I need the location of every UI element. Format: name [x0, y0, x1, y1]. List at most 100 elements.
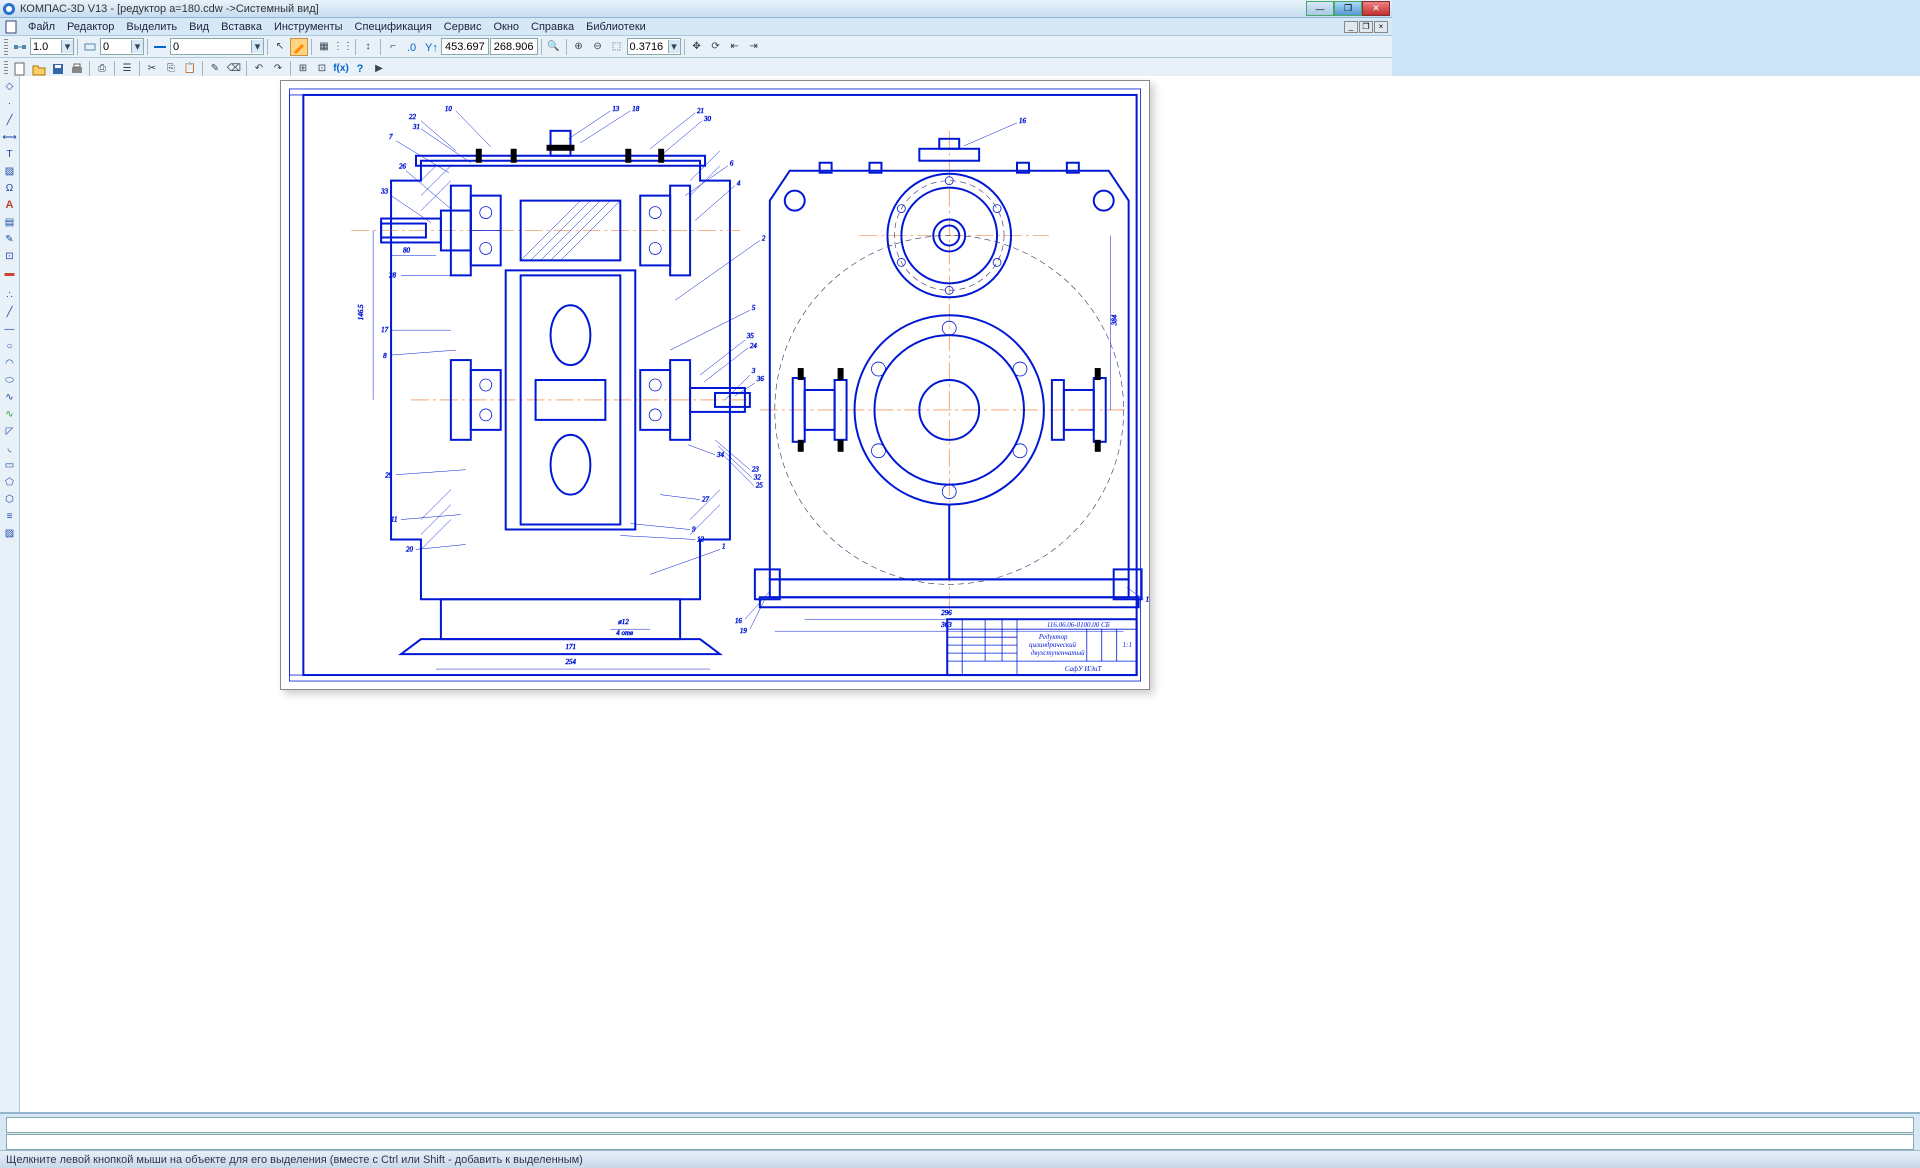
- next-view-button[interactable]: ⇥: [745, 38, 763, 56]
- cursor-button[interactable]: ↖: [271, 38, 289, 56]
- poly-button[interactable]: ⬠: [2, 474, 18, 490]
- edit-button[interactable]: ✎: [2, 231, 18, 247]
- segment-button[interactable]: —: [2, 321, 18, 337]
- menu-libs[interactable]: Библиотеки: [580, 19, 652, 35]
- menu-view[interactable]: Вид: [183, 19, 215, 35]
- val1-input[interactable]: [101, 39, 131, 54]
- brush-button[interactable]: ✎: [206, 60, 224, 78]
- zoom-input[interactable]: [628, 39, 668, 54]
- chamfer-button[interactable]: ◸: [2, 423, 18, 439]
- linestyle-input[interactable]: [171, 39, 251, 54]
- menubar: Файл Редактор Выделить Вид Вставка Инстр…: [0, 18, 1392, 36]
- undo-button[interactable]: ↶: [250, 60, 268, 78]
- ellipse-button[interactable]: ⬭: [2, 372, 18, 388]
- table-button[interactable]: ▤: [2, 214, 18, 230]
- save-button[interactable]: [49, 60, 67, 78]
- menu-window[interactable]: Окно: [487, 19, 525, 35]
- paint-button[interactable]: [290, 38, 308, 56]
- open-button[interactable]: [30, 60, 48, 78]
- format-button[interactable]: ⌫: [225, 60, 243, 78]
- circle-button[interactable]: ○: [2, 338, 18, 354]
- zoom-combo[interactable]: ▾: [627, 38, 681, 55]
- menu-select[interactable]: Выделить: [120, 19, 183, 35]
- vars-button[interactable]: ⊡: [313, 60, 331, 78]
- cut-button[interactable]: ✂: [143, 60, 161, 78]
- paste-button[interactable]: 📋: [181, 60, 199, 78]
- contour-button[interactable]: ⬡: [2, 491, 18, 507]
- arc-button[interactable]: ◠: [2, 355, 18, 371]
- mdi-restore-button[interactable]: ❐: [1359, 21, 1373, 33]
- mdi-close-button[interactable]: ×: [1374, 21, 1388, 33]
- canvas[interactable]: 22 10 7 31 33 26 28 17 8 29 11 20 13 18: [20, 76, 1920, 1112]
- val1-dropdown-icon[interactable]: ▾: [131, 40, 143, 53]
- run-button[interactable]: ▶: [370, 60, 388, 78]
- val1-combo[interactable]: ▾: [100, 38, 144, 55]
- help-button[interactable]: ?: [351, 60, 369, 78]
- menu-file[interactable]: Файл: [22, 19, 61, 35]
- copy-button[interactable]: ⎘: [162, 60, 180, 78]
- linestyle-dropdown-icon[interactable]: ▾: [251, 40, 263, 53]
- step-input[interactable]: [31, 39, 61, 54]
- linestyle-combo[interactable]: ▾: [170, 38, 264, 55]
- fillet-button[interactable]: ◟: [2, 440, 18, 456]
- geometry-button[interactable]: ◇: [2, 78, 18, 94]
- dots-button[interactable]: ⋮⋮: [334, 38, 352, 56]
- props-button[interactable]: ☰: [118, 60, 136, 78]
- menu-spec[interactable]: Спецификация: [349, 19, 438, 35]
- a-button[interactable]: A: [2, 197, 18, 213]
- text-button[interactable]: T: [2, 146, 18, 162]
- step-dropdown-icon[interactable]: ▾: [61, 40, 73, 53]
- dim-button[interactable]: ⟷: [2, 129, 18, 145]
- menu-insert[interactable]: Вставка: [215, 19, 268, 35]
- view-button[interactable]: ⊡: [2, 248, 18, 264]
- zoom-dropdown-icon[interactable]: ▾: [668, 40, 680, 53]
- spline-button[interactable]: ∿: [2, 389, 18, 405]
- grid-button[interactable]: ▦: [315, 38, 333, 56]
- rounding-button[interactable]: .0: [403, 38, 421, 56]
- equidist-button[interactable]: ≡: [2, 508, 18, 524]
- ortho-button[interactable]: ↕: [359, 38, 377, 56]
- bezier-button[interactable]: ∿: [2, 406, 18, 422]
- svg-text:2: 2: [762, 234, 766, 242]
- zoom-win-button[interactable]: ⬚: [608, 38, 626, 56]
- zoom-in-button[interactable]: ⊕: [570, 38, 588, 56]
- command-input-2[interactable]: [6, 1134, 1914, 1150]
- minimize-button[interactable]: —: [1306, 1, 1334, 16]
- snap-button[interactable]: [11, 38, 29, 56]
- aux-point-button[interactable]: ∴: [2, 287, 18, 303]
- layer-button[interactable]: [81, 38, 99, 56]
- menu-tools[interactable]: Инструменты: [268, 19, 349, 35]
- menu-editor[interactable]: Редактор: [61, 19, 120, 35]
- fx-button[interactable]: f(x): [332, 60, 350, 78]
- pan-button[interactable]: ✥: [688, 38, 706, 56]
- maximize-button[interactable]: ❐: [1334, 1, 1362, 16]
- menu-service[interactable]: Сервис: [438, 19, 488, 35]
- snap2-button[interactable]: ⌐: [384, 38, 402, 56]
- mdi-min-button[interactable]: _: [1344, 21, 1358, 33]
- rect-button[interactable]: ▭: [2, 457, 18, 473]
- spec-button[interactable]: ▬: [2, 265, 18, 281]
- symbol-button[interactable]: Ω: [2, 180, 18, 196]
- aux-line-button[interactable]: ╱: [2, 304, 18, 320]
- redraw-button[interactable]: ⟳: [707, 38, 725, 56]
- hatch-button[interactable]: ▨: [2, 163, 18, 179]
- step-combo[interactable]: ▾: [30, 38, 74, 55]
- prev-view-button[interactable]: ⇤: [726, 38, 744, 56]
- linestyle-button[interactable]: [151, 38, 169, 56]
- drawing-sheet[interactable]: 22 10 7 31 33 26 28 17 8 29 11 20 13 18: [280, 80, 1150, 690]
- redo-button[interactable]: ↷: [269, 60, 287, 78]
- line-button[interactable]: ╱: [2, 112, 18, 128]
- new-button[interactable]: [11, 60, 29, 78]
- zoom-out-button[interactable]: ⊖: [589, 38, 607, 56]
- close-button[interactable]: ✕: [1362, 1, 1390, 16]
- hatch2-button[interactable]: ▨: [2, 525, 18, 541]
- doc-scale: 1:1: [1123, 641, 1132, 649]
- menu-help[interactable]: Справка: [525, 19, 580, 35]
- zoom-all-button[interactable]: 🔍: [545, 38, 563, 56]
- print-button[interactable]: [68, 60, 86, 78]
- manager-button[interactable]: ⊞: [294, 60, 312, 78]
- preview-button[interactable]: ⎙: [93, 60, 111, 78]
- xy-button[interactable]: Y↑X: [422, 38, 440, 56]
- point-button[interactable]: ·: [2, 95, 18, 111]
- command-input-1[interactable]: [6, 1117, 1914, 1133]
